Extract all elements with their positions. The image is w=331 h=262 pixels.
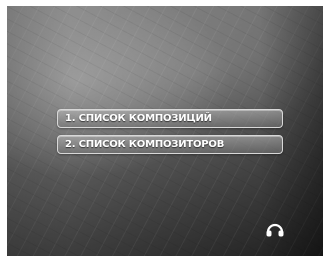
menu-item-composers[interactable]: 2. СПИСОК КОМПОЗИТОРОВ [57,135,283,154]
main-menu: 1. СПИСОК КОМПОЗИЦИЙ 2. СПИСОК КОМПОЗИТО… [57,109,283,161]
screen: 1. СПИСОК КОМПОЗИЦИЙ 2. СПИСОК КОМПОЗИТО… [7,6,323,256]
menu-item-compositions[interactable]: 1. СПИСОК КОМПОЗИЦИЙ [57,109,283,128]
headphones-icon [266,223,284,237]
menu-item-label: 1. СПИСОК КОМПОЗИЦИЙ [65,113,212,124]
menu-item-label: 2. СПИСОК КОМПОЗИТОРОВ [65,139,225,150]
